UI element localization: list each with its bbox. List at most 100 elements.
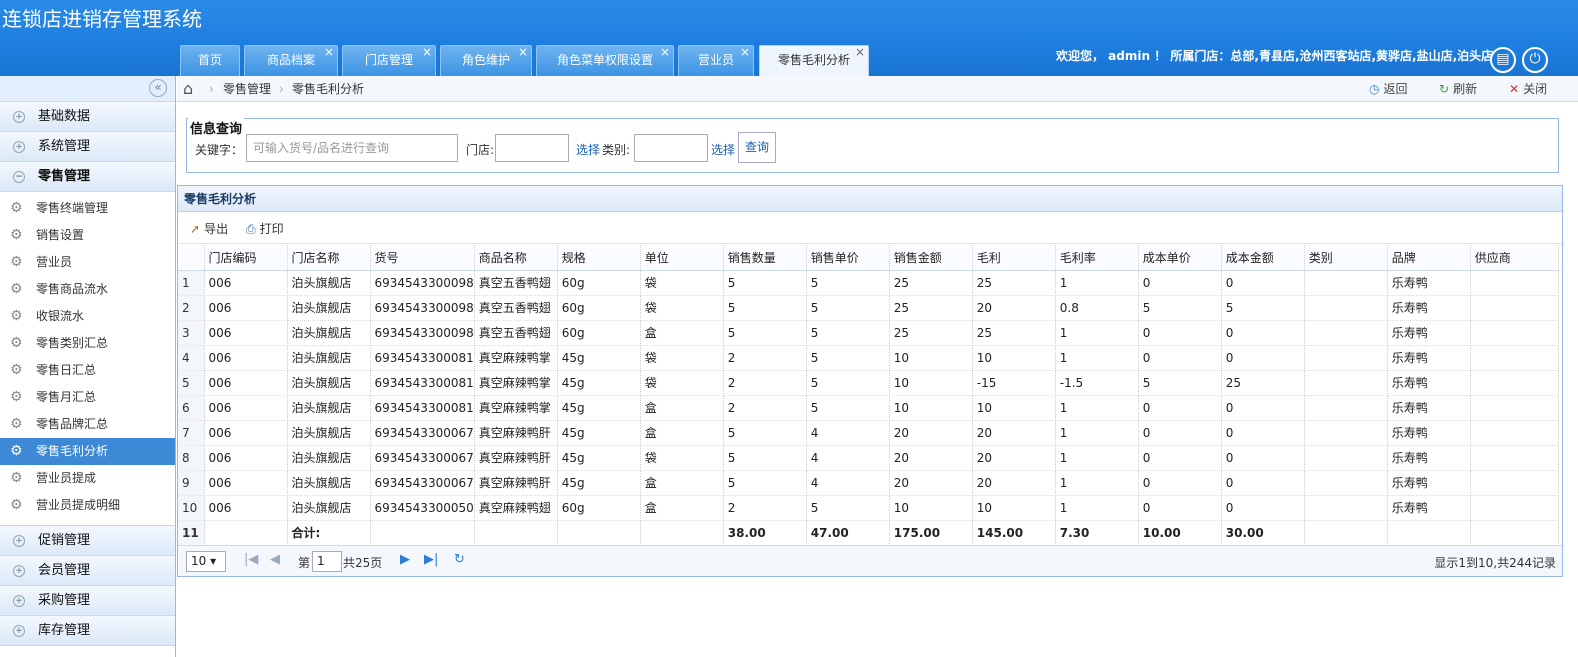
column-header[interactable]: 门店编码: [204, 245, 288, 271]
column-header[interactable]: 商品名称: [474, 245, 558, 271]
sidebar-item-brand-summary[interactable]: ⚙ 零售品牌汇总: [0, 411, 175, 438]
category-select-link[interactable]: 选择: [711, 141, 735, 158]
column-header[interactable]: 规格: [557, 245, 641, 271]
last-page-button[interactable]: ▶|: [424, 552, 438, 567]
close-icon[interactable]: ×: [660, 38, 670, 67]
tab-goods[interactable]: 商品档案 ×: [244, 45, 338, 76]
table-cell: 泊头旗舰店: [287, 445, 371, 471]
column-header[interactable]: 销售金额: [889, 245, 973, 271]
tab-stores[interactable]: 门店管理 ×: [342, 45, 436, 76]
column-header[interactable]: 品牌: [1387, 245, 1471, 271]
table-row[interactable]: 6 006 泊头旗舰店 6934543300081 真空麻辣鸭掌 45g 盒 2 5 10 10 1 0…: [178, 395, 1559, 421]
table-cell: -15: [972, 370, 1056, 396]
total-cell: 10.00: [1138, 520, 1222, 546]
sidebar-group-system[interactable]: + 系统管理: [0, 132, 175, 162]
column-header[interactable]: 成本金额: [1221, 245, 1305, 271]
store-select-link[interactable]: 选择: [576, 141, 600, 158]
column-header[interactable]: 销售数量: [723, 245, 807, 271]
close-icon[interactable]: ×: [518, 38, 528, 67]
close-icon[interactable]: ×: [855, 38, 865, 67]
table-row[interactable]: 8 006 泊头旗舰店 6934543300067 真空麻辣鸭肝 45g 袋 5 4 20 20 1 0…: [178, 445, 1559, 471]
table-row[interactable]: 5 006 泊头旗舰店 6934543300081 真空麻辣鸭掌 45g 袋 2 5 10 -15-…: [178, 370, 1559, 396]
home-icon[interactable]: ⌂: [183, 76, 193, 102]
page-input[interactable]: 1: [312, 551, 342, 572]
table-cell: 006: [204, 320, 288, 346]
sidebar-group-basic-data[interactable]: + 基础数据: [0, 102, 175, 132]
table-row[interactable]: 3 006 泊头旗舰店 6934543300098 真空五香鸭翅 60g 盒 5 5 25 25 1 0…: [178, 320, 1559, 346]
table-cell: 2: [723, 495, 807, 521]
sidebar-item-daily-summary[interactable]: ⚙ 零售日汇总: [0, 357, 175, 384]
reload-icon[interactable]: ↻: [454, 552, 465, 567]
sidebar-item-monthly-summary[interactable]: ⚙ 零售月汇总: [0, 384, 175, 411]
collapse-icon[interactable]: «: [149, 79, 167, 97]
clipboard-icon[interactable]: ▤: [1490, 47, 1516, 73]
sidebar-item-commission[interactable]: ⚙ 营业员提成: [0, 465, 175, 492]
sidebar-group-retail[interactable]: − 零售管理: [0, 162, 175, 192]
table-cell: 6934543300050: [370, 495, 475, 521]
next-page-button[interactable]: ▶: [400, 552, 410, 567]
search-button[interactable]: 查询: [738, 132, 777, 163]
close-icon[interactable]: ×: [324, 38, 334, 67]
table-row[interactable]: 1 006 泊头旗舰店 6934543300098 真空五香鸭翅 60g 袋 5 5 25 25 1 0…: [178, 270, 1559, 296]
prev-page-button[interactable]: ◀: [270, 552, 280, 567]
table-row[interactable]: 2 006 泊头旗舰店 6934543300098 真空五香鸭翅 60g 袋 5 5 25 20 0.…: [178, 295, 1559, 321]
sidebar-item-cash-flow[interactable]: ⚙ 收银流水: [0, 303, 175, 330]
table-cell: 1: [1055, 395, 1139, 421]
gear-icon: ⚙: [10, 389, 23, 405]
store-input[interactable]: [495, 134, 569, 162]
table-cell: 真空麻辣鸭肝: [474, 420, 558, 446]
tab-roles[interactable]: 角色维护 ×: [440, 45, 532, 76]
close-icon[interactable]: ×: [740, 38, 750, 67]
sidebar-group-inventory[interactable]: + 库存管理: [0, 616, 175, 646]
column-header[interactable]: 类别: [1304, 245, 1388, 271]
table-row[interactable]: 9 006 泊头旗舰店 6934543300067 真空麻辣鸭肝 45g 盒 5 4 20 20 1 0…: [178, 470, 1559, 496]
column-header[interactable]: 销售单价: [806, 245, 890, 271]
column-header[interactable]: 毛利: [972, 245, 1056, 271]
sidebar-item-retail-terminal[interactable]: ⚙ 零售终端管理: [0, 195, 175, 222]
table-cell: 真空五香鸭翅: [474, 270, 558, 296]
refresh-button[interactable]: ↻ 刷新: [1439, 76, 1477, 102]
export-button[interactable]: ➚ 导出: [190, 220, 228, 237]
total-cell: [1304, 520, 1388, 546]
table-cell: -1.5: [1055, 370, 1139, 396]
column-header[interactable]: 门店名称: [287, 245, 371, 271]
sidebar-group-purchasing[interactable]: + 采购管理: [0, 586, 175, 616]
sidebar-item-category-summary[interactable]: ⚙ 零售类别汇总: [0, 330, 175, 357]
table-row[interactable]: 7 006 泊头旗舰店 6934543300067 真空麻辣鸭肝 45g 盒 5 4 20 20 1 0…: [178, 420, 1559, 446]
tab-role-menu-permissions[interactable]: 角色菜单权限设置 ×: [536, 45, 674, 76]
sidebar-item-commission-detail[interactable]: ⚙ 营业员提成明细: [0, 492, 175, 519]
column-header[interactable]: 货号: [370, 245, 475, 271]
table-cell: 5: [806, 395, 890, 421]
sidebar-item-sales-settings[interactable]: ⚙ 销售设置: [0, 222, 175, 249]
tab-salesclerks[interactable]: 营业员 ×: [678, 45, 754, 76]
column-header[interactable]: 单位: [640, 245, 724, 271]
page-size-select[interactable]: 10 ▾: [186, 551, 226, 572]
column-header[interactable]: 供应商: [1470, 245, 1559, 271]
category-input[interactable]: [634, 134, 708, 162]
power-icon[interactable]: ⏻: [1522, 47, 1548, 73]
table-cell: 1: [1055, 495, 1139, 521]
column-header[interactable]: 成本单价: [1138, 245, 1222, 271]
sidebar-group-members[interactable]: + 会员管理: [0, 556, 175, 586]
sidebar-item-goods-flow[interactable]: ⚙ 零售商品流水: [0, 276, 175, 303]
first-page-button[interactable]: |◀: [244, 552, 258, 567]
close-button[interactable]: ✕ 关闭: [1509, 76, 1547, 102]
sidebar-item-gross-profit[interactable]: ⚙ 零售毛利分析: [0, 438, 175, 465]
table-cell: 006: [204, 345, 288, 371]
table-row[interactable]: 10 006 泊头旗舰店 6934543300050 真空麻辣鸭翅 60g 盒 2 5 10 10 1…: [178, 495, 1559, 521]
sidebar-item-salesclerk[interactable]: ⚙ 营业员: [0, 249, 175, 276]
table-cell: 1: [1055, 470, 1139, 496]
gear-icon: ⚙: [10, 416, 23, 432]
total-cell: [474, 520, 558, 546]
print-button[interactable]: ⎙ 打印: [246, 220, 284, 237]
back-button[interactable]: ◷ 返回: [1369, 76, 1408, 102]
breadcrumb-parent[interactable]: 零售管理: [223, 76, 271, 102]
close-icon[interactable]: ×: [422, 38, 432, 67]
column-header[interactable]: 毛利率: [1055, 245, 1139, 271]
table-cell: [1304, 495, 1388, 521]
sidebar-group-promotion[interactable]: + 促销管理: [0, 526, 175, 556]
tab-gross-profit[interactable]: 零售毛利分析 ×: [759, 45, 869, 76]
keyword-input[interactable]: 可输入货号/品名进行查询: [246, 134, 458, 162]
tab-home[interactable]: 首页: [180, 45, 240, 76]
table-row[interactable]: 4 006 泊头旗舰店 6934543300081 真空麻辣鸭掌 45g 袋 2 5 10 10 1 0…: [178, 345, 1559, 371]
